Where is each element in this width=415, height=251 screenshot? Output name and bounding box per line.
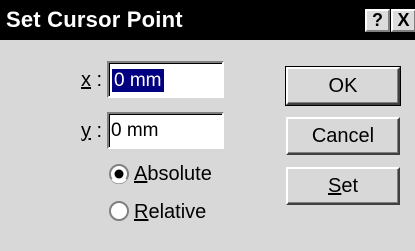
close-button[interactable]: X — [391, 9, 415, 32]
title-bar[interactable]: Set Cursor Point ? X — [0, 0, 415, 40]
relative-radio[interactable] — [109, 201, 129, 221]
cancel-button[interactable]: Cancel — [286, 117, 400, 155]
set-mnemonic: S — [327, 175, 342, 197]
y-label-mnemonic: y — [81, 120, 91, 142]
y-input[interactable] — [111, 120, 216, 142]
x-field[interactable]: 0 mm — [107, 61, 224, 98]
relative-label[interactable]: Relative — [134, 201, 206, 223]
set-cursor-point-dialog: Set Cursor Point ? X x : 0 mm y : Absolu… — [0, 0, 415, 251]
set-text: et — [341, 175, 359, 197]
dialog-title: Set Cursor Point — [6, 7, 183, 32]
help-button[interactable]: ? — [365, 9, 390, 32]
x-label: x : — [81, 69, 102, 91]
absolute-text: bsolute — [147, 163, 212, 185]
absolute-mnemonic: A — [134, 163, 148, 185]
x-label-mnemonic: x — [81, 69, 91, 91]
y-field[interactable] — [107, 112, 224, 149]
x-value-selected[interactable]: 0 mm — [112, 69, 164, 92]
absolute-radio[interactable] — [109, 164, 129, 184]
relative-text: elative — [148, 201, 207, 223]
y-label: y : — [81, 120, 102, 142]
ok-button[interactable]: OK — [285, 66, 401, 106]
close-icon: X — [397, 10, 410, 30]
help-icon: ? — [372, 10, 383, 30]
x-label-colon: : — [91, 69, 103, 91]
absolute-label[interactable]: Absolute — [134, 163, 212, 185]
set-button[interactable]: Set — [286, 167, 400, 205]
y-label-colon: : — [91, 120, 103, 142]
relative-mnemonic: R — [134, 201, 149, 223]
